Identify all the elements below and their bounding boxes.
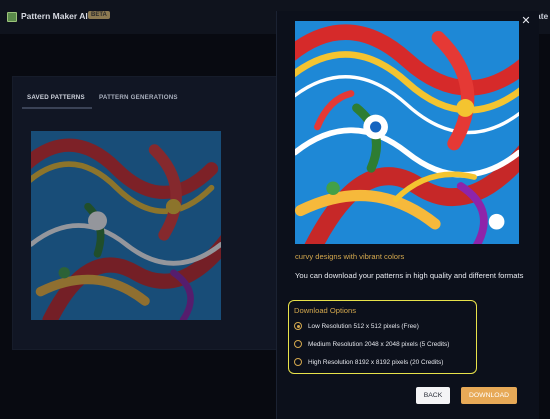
active-tab-indicator xyxy=(22,107,92,109)
download-options-title: Download Options xyxy=(294,306,357,315)
pattern-caption: curvy designs with vibrant colors xyxy=(295,252,405,261)
option-medium-resolution[interactable]: Medium Resolution 2048 x 2048 pixels (5 … xyxy=(294,338,449,350)
tab-saved-patterns[interactable]: SAVED PATTERNS xyxy=(27,94,85,101)
option-low-resolution-label: Low Resolution 512 x 512 pixels (Free) xyxy=(308,322,419,330)
option-high-resolution[interactable]: High Resolution 8192 x 8192 pixels (20 C… xyxy=(294,356,443,368)
radio-low-resolution[interactable] xyxy=(294,322,302,330)
radio-high-resolution[interactable] xyxy=(294,358,302,366)
tab-pattern-generations[interactable]: PATTERN GENERATIONS xyxy=(99,94,178,101)
app-title: Pattern Maker AI xyxy=(21,11,88,21)
close-icon[interactable]: ✕ xyxy=(519,14,533,28)
back-button[interactable]: BACK xyxy=(416,387,450,404)
option-low-resolution[interactable]: Low Resolution 512 x 512 pixels (Free) xyxy=(294,320,419,332)
app-logo-icon xyxy=(7,12,17,22)
option-high-resolution-label: High Resolution 8192 x 8192 pixels (20 C… xyxy=(308,358,444,366)
download-description: You can download your patterns in high q… xyxy=(295,271,524,280)
beta-badge: BETA xyxy=(88,11,110,19)
download-button[interactable]: DOWNLOAD xyxy=(461,387,517,404)
saved-pattern-thumbnail[interactable] xyxy=(31,131,221,320)
option-medium-resolution-label: Medium Resolution 2048 x 2048 pixels (5 … xyxy=(308,340,450,348)
pattern-preview-image xyxy=(295,21,519,244)
radio-medium-resolution[interactable] xyxy=(294,340,302,348)
